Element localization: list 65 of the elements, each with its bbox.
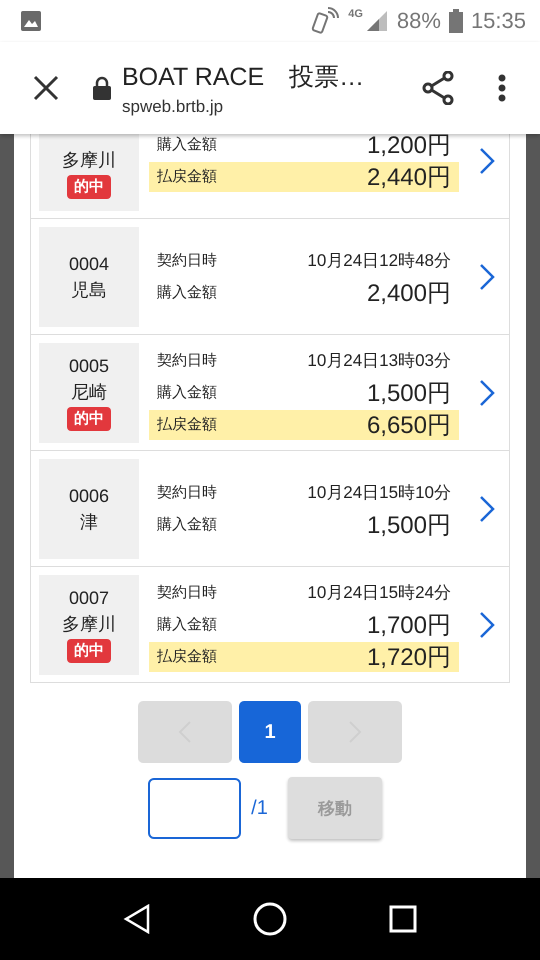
field-label: 購入金額 xyxy=(157,383,217,402)
hit-badge: 的中 xyxy=(67,406,111,430)
date-value: 10月24日15時24分 xyxy=(307,582,451,604)
chevron-right-icon[interactable] xyxy=(479,146,495,174)
page-total: /1 xyxy=(251,796,268,820)
chevron-right-icon[interactable] xyxy=(479,494,495,522)
amount-value: 1,500円 xyxy=(366,510,451,540)
field-label: 契約日時 xyxy=(157,351,217,370)
field-label: 購入金額 xyxy=(157,515,217,534)
bet-row[interactable]: 多摩川 的中 購入金額 1,200円 払戻金額 2,440円 xyxy=(31,134,509,218)
field-label: 契約日時 xyxy=(157,483,217,502)
venue-name: 児島 xyxy=(71,278,107,300)
back-icon xyxy=(122,904,151,934)
race-number: 0004 xyxy=(68,252,110,274)
field-label: 払戻金額 xyxy=(157,647,217,666)
venue-name: 多摩川 xyxy=(62,148,116,170)
page-button[interactable]: 1 xyxy=(239,701,301,763)
field-label: 購入金額 xyxy=(157,615,217,634)
amount-value: 2,400円 xyxy=(366,278,451,308)
bet-row[interactable]: 0007 多摩川 的中 契約日時 10月24日15時24分 購入金額 1,700円 払戻金額 1,720円 xyxy=(31,566,509,682)
hit-badge: 的中 xyxy=(67,174,111,198)
network-type: 4G xyxy=(348,8,363,20)
field-label: 購入金額 xyxy=(157,283,217,302)
amount-value: 1,700円 xyxy=(366,610,451,640)
more-vertical-icon xyxy=(498,74,506,102)
date-value: 10月24日15時10分 xyxy=(307,482,451,504)
battery-icon xyxy=(448,9,463,33)
page-input-field[interactable] xyxy=(148,778,242,838)
hit-badge: 的中 xyxy=(67,638,111,662)
field-label: 払戻金額 xyxy=(157,167,217,186)
page-title: BOAT RACE 投票… xyxy=(122,62,366,92)
bet-row[interactable]: 0004 児島 契約日時 10月24日12時48分 購入金額 2,400円 xyxy=(31,218,509,334)
field-label: 契約日時 xyxy=(157,251,217,270)
amount-value: 1,720円 xyxy=(366,642,451,672)
chevron-right-icon[interactable] xyxy=(479,378,495,406)
chevron-right-icon[interactable] xyxy=(479,262,495,290)
share-icon xyxy=(422,71,454,105)
date-value: 10月24日12時48分 xyxy=(307,250,451,272)
battery-percent: 88% xyxy=(396,8,441,34)
recents-icon xyxy=(389,905,418,933)
field-label: 購入金額 xyxy=(157,135,217,154)
venue-name: 尼崎 xyxy=(71,380,107,402)
clock-time: 15:35 xyxy=(470,8,526,34)
lock-icon xyxy=(92,76,112,100)
bet-row[interactable]: 0006 津 契約日時 10月24日15時10分 購入金額 1,500円 xyxy=(31,450,509,566)
chevron-right-icon[interactable] xyxy=(479,610,495,638)
date-value: 10月24日13時03分 xyxy=(307,350,451,372)
home-icon xyxy=(252,901,288,937)
field-label: 契約日時 xyxy=(157,583,217,602)
page-url: spweb.brtb.jp xyxy=(122,96,224,116)
close-icon xyxy=(33,75,59,101)
race-number: 0005 xyxy=(68,354,110,376)
venue-name: 多摩川 xyxy=(62,612,116,634)
amount-value: 2,440円 xyxy=(366,162,451,192)
amount-value: 1,200円 xyxy=(366,134,451,160)
signal-icon xyxy=(364,9,389,33)
venue-name: 津 xyxy=(80,510,98,532)
bet-row[interactable]: 0005 尼崎 的中 契約日時 10月24日13時03分 購入金額 1,500円 払戻金額 6,650円 xyxy=(31,334,509,450)
amount-value: 6,650円 xyxy=(366,410,451,440)
phone-signal-icon xyxy=(310,6,340,36)
race-number: 0006 xyxy=(68,484,110,506)
amount-value: 1,500円 xyxy=(366,378,451,408)
field-label: 払戻金額 xyxy=(157,415,217,434)
race-number: 0007 xyxy=(68,586,110,608)
image-icon xyxy=(20,10,42,32)
